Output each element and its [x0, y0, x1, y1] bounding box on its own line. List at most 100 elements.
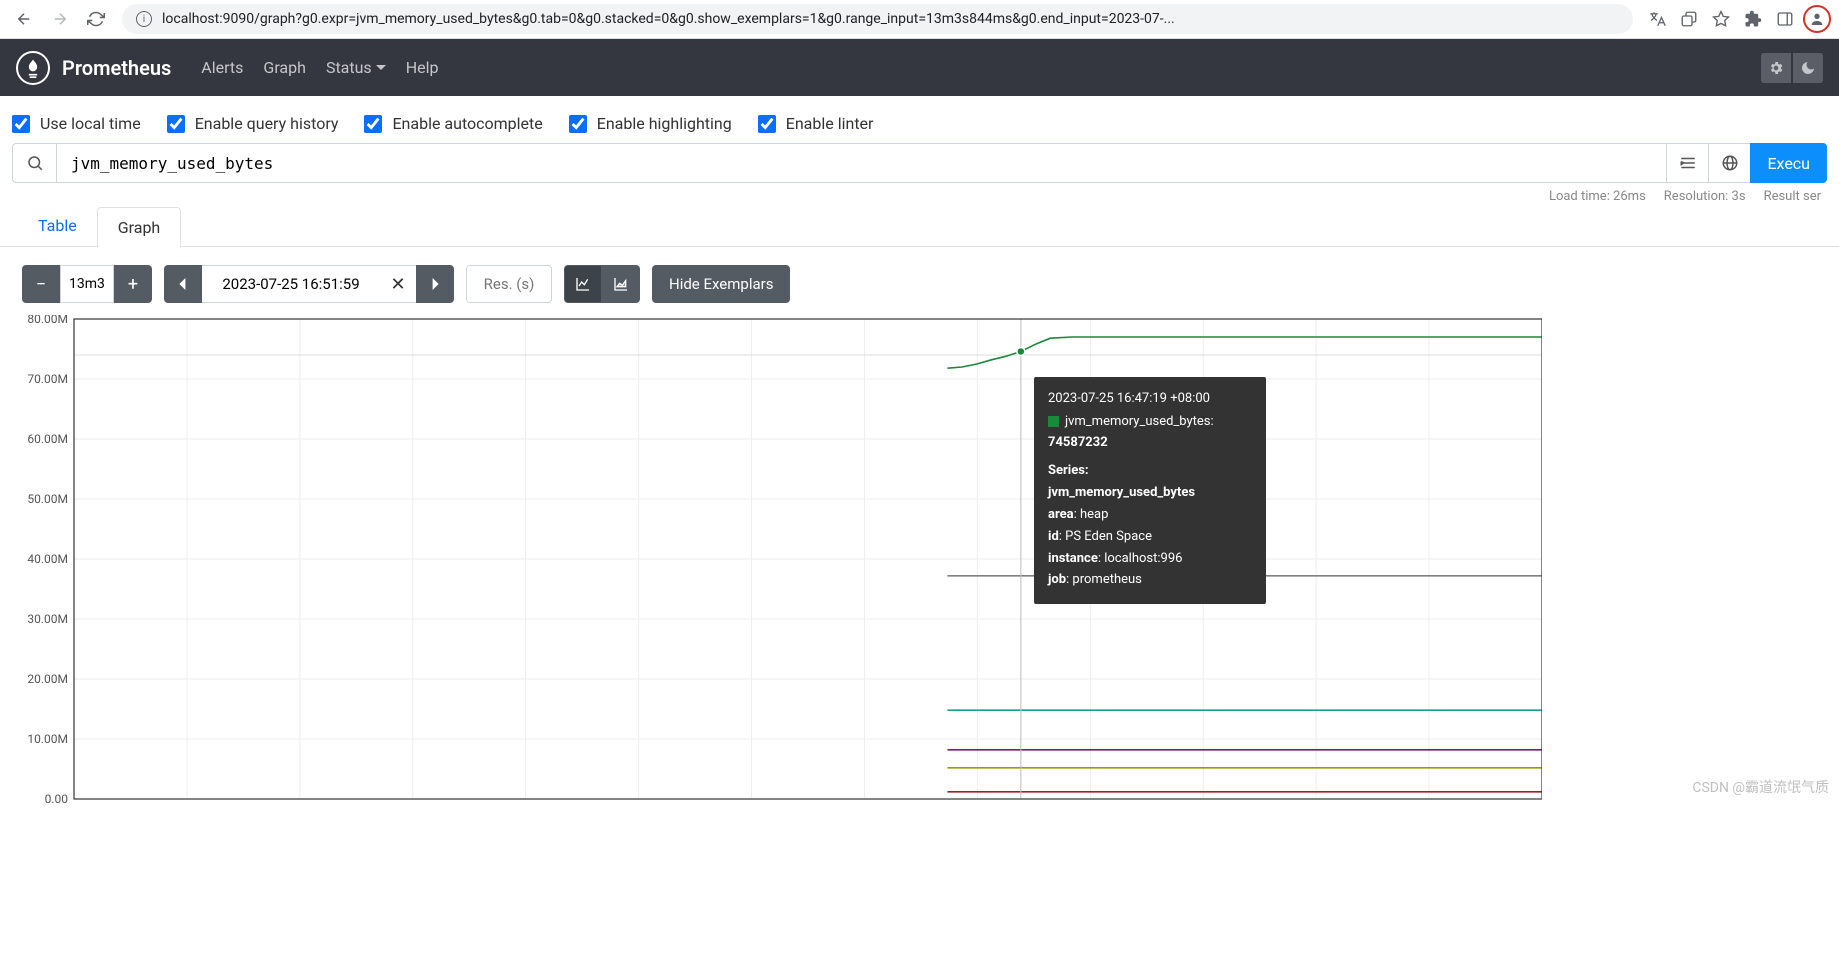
- opt-query-history-label: Enable query history: [195, 114, 339, 133]
- range-input[interactable]: [60, 265, 114, 303]
- query-meta: Load time: 26ms Resolution: 3s Result se…: [0, 183, 1839, 204]
- tooltip-area-k: area: [1048, 507, 1074, 522]
- opt-linter[interactable]: Enable linter: [758, 114, 874, 133]
- opt-autocomplete[interactable]: Enable autocomplete: [364, 114, 542, 133]
- tooltip-job-k: job: [1048, 572, 1066, 587]
- graph-controls: − + ✕ Hide Exemplars: [0, 246, 1839, 311]
- range-decrease[interactable]: −: [22, 265, 60, 303]
- opt-linter-label: Enable linter: [786, 114, 874, 133]
- tooltip-instance-v: localhost:996: [1104, 551, 1182, 566]
- opt-autocomplete-checkbox[interactable]: [364, 115, 382, 133]
- expression-input[interactable]: [56, 143, 1666, 183]
- range-group: − +: [22, 265, 152, 303]
- opt-# codex /highlighting-label: Enable highlighting: [597, 114, 732, 133]
- nav-graph[interactable]: Graph: [263, 58, 306, 77]
- extensions-icon[interactable]: [1739, 5, 1767, 33]
- prometheus-logo-icon: [16, 51, 50, 85]
- nav-status[interactable]: Status: [326, 58, 386, 77]
- settings-button[interactable]: [1761, 53, 1791, 83]
- svg-text:20.00M: 20.00M: [27, 672, 68, 686]
- tooltip-value: 74587232: [1048, 435, 1108, 450]
- load-time: Load time: 26ms: [1549, 189, 1646, 204]
- app-header: Prometheus Alerts Graph Status Help: [0, 39, 1839, 96]
- chart-tooltip: 2023-07-25 16:47:19 +08:00 jvm_memory_us…: [1034, 377, 1266, 604]
- execute-button[interactable]: Execu: [1750, 143, 1827, 183]
- nav-help[interactable]: Help: [406, 58, 439, 77]
- tooltip-metric: jvm_memory_used_bytes: [1065, 414, 1211, 429]
- time-prev[interactable]: [164, 265, 202, 303]
- share-icon[interactable]: [1675, 5, 1703, 33]
- profile-avatar[interactable]: [1803, 5, 1831, 33]
- nav-alerts[interactable]: Alerts: [201, 58, 243, 77]
- exemplars-toggle[interactable]: Hide Exemplars: [652, 265, 790, 303]
- tooltip-id-v: PS Eden Space: [1065, 529, 1152, 544]
- chevron-down-icon: [376, 63, 386, 73]
- gear-icon: [1768, 60, 1784, 76]
- forward-button[interactable]: [44, 3, 76, 35]
- time-next[interactable]: [416, 265, 454, 303]
- stacked-chart-icon: [613, 276, 629, 292]
- opt-highlighting[interactable]: Enable highlighting: [569, 114, 732, 133]
- theme-toggle[interactable]: [1793, 53, 1823, 83]
- opt-linter-checkbox[interactable]: [758, 115, 776, 133]
- address-bar[interactable]: i localhost:9090/graph?g0.expr=jvm_memor…: [122, 4, 1633, 34]
- svg-text:30.00M: 30.00M: [27, 612, 68, 626]
- charttype-group: [564, 265, 640, 303]
- svg-text:70.00M: 70.00M: [27, 372, 68, 386]
- main-nav: Alerts Graph Status Help: [201, 58, 438, 77]
- search-icon: [26, 154, 44, 172]
- svg-text:80.00M: 80.00M: [27, 315, 68, 326]
- chart-svg: 0.0010.00M20.00M30.00M40.00M50.00M60.00M…: [22, 315, 1542, 805]
- endtime-input[interactable]: [202, 265, 380, 303]
- tooltip-job-v: prometheus: [1072, 572, 1141, 587]
- tooltip-series-name: jvm_memory_used_bytes: [1048, 485, 1195, 500]
- tooltip-instance-k: instance: [1048, 551, 1098, 566]
- globe-button[interactable]: [1708, 143, 1750, 183]
- site-info-icon[interactable]: i: [136, 11, 152, 27]
- chevron-right-icon: [429, 278, 441, 290]
- svg-text:10.00M: 10.00M: [27, 732, 68, 746]
- sidepanel-icon[interactable]: [1771, 5, 1799, 33]
- brand-text: Prometheus: [62, 56, 171, 80]
- back-button[interactable]: [8, 3, 40, 35]
- nav-status-label: Status: [326, 58, 372, 77]
- opt-query-history-checkbox[interactable]: [167, 115, 185, 133]
- chart-area[interactable]: 0.0010.00M20.00M30.00M40.00M50.00M60.00M…: [22, 315, 1839, 805]
- resolution-input[interactable]: [466, 265, 552, 303]
- opt-local-time[interactable]: Use local time: [12, 114, 141, 133]
- endtime-clear[interactable]: ✕: [380, 265, 416, 303]
- chevron-left-icon: [177, 278, 189, 290]
- result-tabs: Table Graph: [0, 204, 1839, 247]
- format-button[interactable]: [1666, 143, 1708, 183]
- opt-local-time-label: Use local time: [40, 114, 141, 133]
- browser-toolbar: i localhost:9090/graph?g0.expr=jvm_memor…: [0, 0, 1839, 39]
- query-row: Execu: [0, 143, 1839, 183]
- opt-local-time-checkbox[interactable]: [12, 115, 30, 133]
- moon-icon: [1800, 60, 1816, 76]
- translate-icon[interactable]: [1643, 5, 1671, 33]
- metrics-explorer-button[interactable]: [12, 143, 56, 183]
- opt-query-history[interactable]: Enable query history: [167, 114, 339, 133]
- tooltip-area-v: heap: [1080, 507, 1108, 522]
- svg-text:0.00: 0.00: [45, 792, 69, 805]
- stacked-chart-button[interactable]: [602, 265, 640, 303]
- range-increase[interactable]: +: [114, 265, 152, 303]
- svg-text:40.00M: 40.00M: [27, 552, 68, 566]
- line-chart-button[interactable]: [564, 265, 602, 303]
- svg-text:60.00M: 60.00M: [27, 432, 68, 446]
- tab-graph[interactable]: Graph: [97, 207, 182, 248]
- tooltip-series-label: Series:: [1048, 463, 1089, 478]
- line-chart-icon: [575, 276, 591, 292]
- tooltip-id-k: id: [1048, 529, 1059, 544]
- result-series: Result ser: [1764, 189, 1821, 204]
- brand[interactable]: Prometheus: [16, 51, 171, 85]
- endtime-group: ✕: [164, 265, 454, 303]
- tooltip-time: 2023-07-25 16:47:19 +08:00: [1048, 389, 1252, 410]
- watermark: CSDN @霸道流氓气质: [1692, 777, 1829, 797]
- star-icon[interactable]: [1707, 5, 1735, 33]
- url-text: localhost:9090/graph?g0.expr=jvm_memory_…: [162, 11, 1175, 27]
- globe-icon: [1721, 154, 1739, 172]
- opt-highlighting-checkbox[interactable]: [569, 115, 587, 133]
- reload-button[interactable]: [80, 3, 112, 35]
- tab-table[interactable]: Table: [18, 206, 97, 247]
